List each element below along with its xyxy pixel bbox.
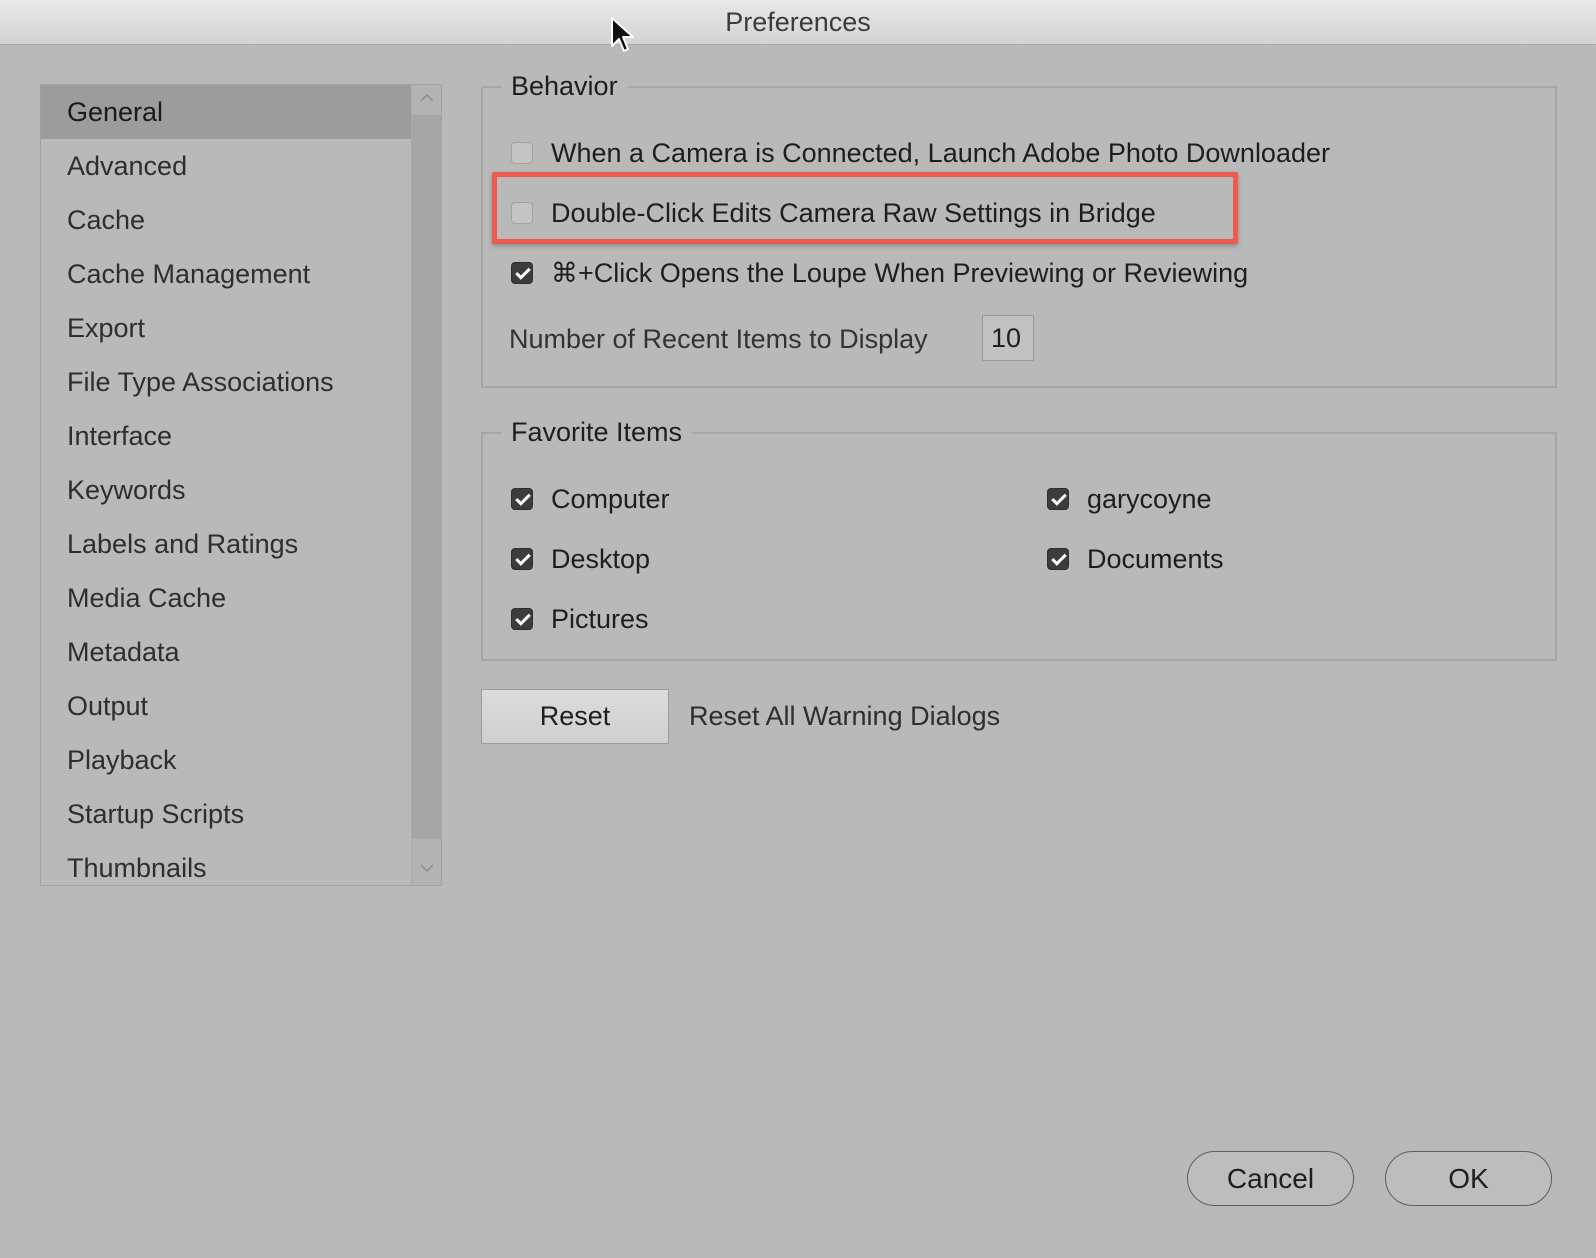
favorite-item-desktop[interactable]: Desktop <box>511 539 650 579</box>
window-title: Preferences <box>0 0 1596 45</box>
option-launch-photo-downloader[interactable]: When a Camera is Connected, Launch Adobe… <box>511 133 1330 173</box>
category-items: General Advanced Cache Cache Management … <box>41 85 411 885</box>
option-cmd-click-loupe[interactable]: ⌘+Click Opens the Loupe When Previewing … <box>511 253 1248 293</box>
sidebar-scrollbar[interactable] <box>411 85 441 885</box>
recent-items-input[interactable] <box>982 315 1034 361</box>
reset-button[interactable]: Reset <box>481 689 669 744</box>
sidebar-item-cache-management[interactable]: Cache Management <box>41 247 411 301</box>
favorite-item-documents[interactable]: Documents <box>1047 539 1224 579</box>
sidebar-item-startup-scripts[interactable]: Startup Scripts <box>41 787 411 841</box>
sidebar-item-advanced[interactable]: Advanced <box>41 139 411 193</box>
sidebar-item-general[interactable]: General <box>41 85 411 139</box>
sidebar-item-keywords[interactable]: Keywords <box>41 463 411 517</box>
launch-downloader-checkbox[interactable] <box>511 142 533 164</box>
favorite-item-computer[interactable]: Computer <box>511 479 670 519</box>
arrow-cursor-icon <box>611 17 634 52</box>
favorite-item-garycoyne[interactable]: garycoyne <box>1047 479 1212 519</box>
favorite-label: Documents <box>1087 543 1224 574</box>
chevron-up-icon[interactable] <box>412 85 441 113</box>
behavior-group-title: Behavior <box>501 68 628 104</box>
highlight-annotation-box <box>492 172 1238 244</box>
preferences-category-list[interactable]: General Advanced Cache Cache Management … <box>40 84 442 886</box>
sidebar-item-output[interactable]: Output <box>41 679 411 733</box>
favorite-label: Desktop <box>551 543 651 574</box>
sidebar-item-metadata[interactable]: Metadata <box>41 625 411 679</box>
sidebar-item-file-type-associations[interactable]: File Type Associations <box>41 355 411 409</box>
sidebar-item-export[interactable]: Export <box>41 301 411 355</box>
sidebar-item-playback[interactable]: Playback <box>41 733 411 787</box>
option-label: When a Camera is Connected, Launch Adobe… <box>551 137 1330 168</box>
garycoyne-checkbox[interactable] <box>1047 488 1069 510</box>
sidebar-item-interface[interactable]: Interface <box>41 409 411 463</box>
sidebar-item-media-cache[interactable]: Media Cache <box>41 571 411 625</box>
documents-checkbox[interactable] <box>1047 548 1069 570</box>
favorite-items-group-title: Favorite Items <box>501 414 693 450</box>
recent-items-label: Number of Recent Items to Display <box>509 323 928 354</box>
reset-warning-dialogs-label: Reset All Warning Dialogs <box>689 701 1001 731</box>
sidebar-item-labels-and-ratings[interactable]: Labels and Ratings <box>41 517 411 571</box>
scrollbar-thumb[interactable] <box>412 115 441 839</box>
desktop-checkbox[interactable] <box>511 548 533 570</box>
cmd-click-loupe-checkbox[interactable] <box>511 262 533 284</box>
option-label: ⌘+Click Opens the Loupe When Previewing … <box>551 257 1249 288</box>
favorite-label: Computer <box>551 483 670 514</box>
chevron-down-icon[interactable] <box>412 855 441 883</box>
favorite-label: Pictures <box>551 603 649 634</box>
cancel-button[interactable]: Cancel <box>1187 1151 1354 1206</box>
sidebar-item-thumbnails[interactable]: Thumbnails <box>41 841 411 885</box>
ok-button[interactable]: OK <box>1385 1151 1552 1206</box>
favorite-item-pictures[interactable]: Pictures <box>511 599 649 639</box>
favorite-label: garycoyne <box>1087 483 1212 514</box>
pictures-checkbox[interactable] <box>511 608 533 630</box>
sidebar-item-cache[interactable]: Cache <box>41 193 411 247</box>
computer-checkbox[interactable] <box>511 488 533 510</box>
